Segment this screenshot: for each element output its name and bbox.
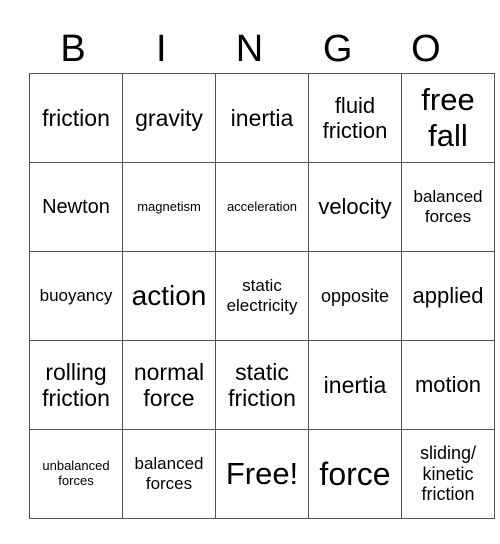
bingo-cell[interactable]: magnetism: [122, 162, 216, 252]
bingo-cell[interactable]: Newton: [29, 162, 123, 252]
bingo-cell[interactable]: rolling friction: [29, 340, 123, 430]
bingo-cell[interactable]: opposite: [308, 251, 402, 341]
bingo-cell[interactable]: balanced forces: [122, 429, 216, 519]
bingo-cell[interactable]: applied: [401, 251, 495, 341]
bingo-cell[interactable]: motion: [401, 340, 495, 430]
bingo-cell[interactable]: fluid friction: [308, 73, 402, 163]
bingo-cell[interactable]: buoyancy: [29, 251, 123, 341]
bingo-cell[interactable]: free fall: [401, 73, 495, 163]
bingo-cell[interactable]: gravity: [122, 73, 216, 163]
bingo-cell[interactable]: force: [308, 429, 402, 519]
bingo-cell[interactable]: balanced forces: [401, 162, 495, 252]
grid-row: Newton magnetism acceleration velocity b…: [29, 162, 495, 252]
header-letter-g: G: [322, 28, 353, 70]
bingo-grid: friction gravity inertia fluid friction …: [29, 73, 495, 519]
header-letter-o: O: [411, 28, 441, 70]
bingo-cell[interactable]: friction: [29, 73, 123, 163]
bingo-header: B I N G O: [29, 24, 470, 74]
bingo-cell[interactable]: inertia: [308, 340, 402, 430]
bingo-cell[interactable]: unbalanced forces: [29, 429, 123, 519]
bingo-cell[interactable]: static friction: [215, 340, 309, 430]
header-letter-i: I: [156, 28, 167, 70]
grid-row: unbalanced forces balanced forces Free! …: [29, 429, 495, 519]
bingo-cell[interactable]: static electricity: [215, 251, 309, 341]
bingo-cell[interactable]: inertia: [215, 73, 309, 163]
bingo-cell[interactable]: sliding/ kinetic friction: [401, 429, 495, 519]
header-letter-n: N: [235, 28, 264, 70]
grid-row: friction gravity inertia fluid friction …: [29, 73, 495, 163]
grid-row: rolling friction normal force static fri…: [29, 340, 495, 430]
bingo-cell[interactable]: velocity: [308, 162, 402, 252]
header-letter-b: B: [60, 28, 86, 70]
grid-row: buoyancy action static electricity oppos…: [29, 251, 495, 341]
bingo-cell[interactable]: acceleration: [215, 162, 309, 252]
bingo-cell[interactable]: action: [122, 251, 216, 341]
bingo-cell[interactable]: normal force: [122, 340, 216, 430]
free-space-cell[interactable]: Free!: [215, 429, 309, 519]
